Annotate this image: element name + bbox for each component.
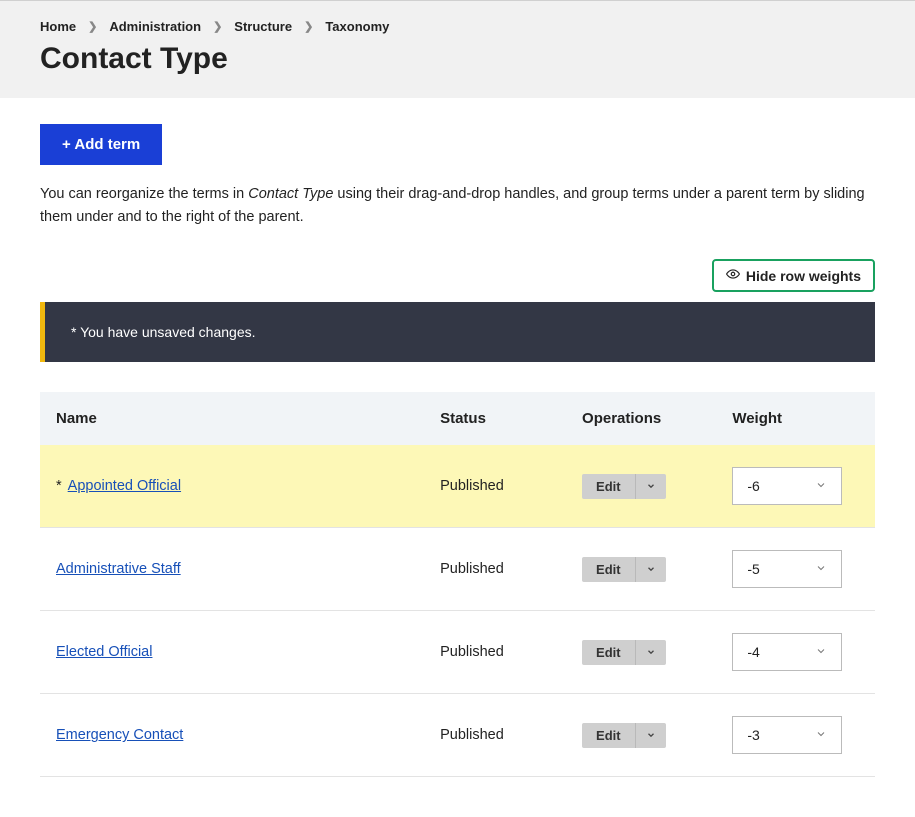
table-row[interactable]: Emergency Contact Published Edit -3 bbox=[40, 694, 875, 777]
term-link[interactable]: Elected Official bbox=[56, 644, 152, 660]
cell-weight: -3 bbox=[716, 694, 875, 777]
weight-select[interactable]: -5 bbox=[732, 550, 842, 588]
weight-value: -5 bbox=[747, 561, 759, 577]
cell-name: Emergency Contact bbox=[40, 694, 424, 777]
chevron-right-icon: ❯ bbox=[304, 20, 313, 33]
term-link[interactable]: Administrative Staff bbox=[56, 561, 181, 577]
page-title: Contact Type bbox=[40, 42, 875, 76]
cell-status: Published bbox=[424, 611, 566, 694]
help-text-prefix: You can reorganize the terms in bbox=[40, 186, 248, 202]
add-term-button[interactable]: + Add term bbox=[40, 124, 162, 165]
term-link[interactable]: Emergency Contact bbox=[56, 727, 183, 743]
cell-weight: -6 bbox=[716, 445, 875, 528]
cell-status: Published bbox=[424, 528, 566, 611]
help-text: You can reorganize the terms in Contact … bbox=[40, 183, 875, 229]
weight-select[interactable]: -4 bbox=[732, 633, 842, 671]
eye-icon bbox=[726, 267, 740, 284]
breadcrumb: Home ❯ Administration ❯ Structure ❯ Taxo… bbox=[40, 19, 875, 34]
cell-status: Published bbox=[424, 445, 566, 528]
chevron-right-icon: ❯ bbox=[213, 20, 222, 33]
table-row[interactable]: Administrative Staff Published Edit -5 bbox=[40, 528, 875, 611]
chevron-down-icon[interactable] bbox=[635, 723, 666, 748]
chevron-down-icon[interactable] bbox=[635, 557, 666, 582]
alert-text: * You have unsaved changes. bbox=[71, 324, 256, 340]
weight-value: -6 bbox=[747, 478, 759, 494]
unsaved-changes-alert: * You have unsaved changes. bbox=[40, 302, 875, 362]
cell-weight: -4 bbox=[716, 611, 875, 694]
cell-weight: -5 bbox=[716, 528, 875, 611]
edit-dropdown-button[interactable]: Edit bbox=[582, 557, 666, 582]
cell-name: * Appointed Official bbox=[40, 445, 424, 528]
term-link[interactable]: Appointed Official bbox=[68, 478, 181, 494]
weight-value: -3 bbox=[747, 727, 759, 743]
hide-row-weights-button[interactable]: Hide row weights bbox=[712, 259, 875, 292]
cell-operations: Edit bbox=[566, 611, 716, 694]
cell-operations: Edit bbox=[566, 694, 716, 777]
column-header-status: Status bbox=[424, 392, 566, 445]
breadcrumb-taxonomy[interactable]: Taxonomy bbox=[325, 19, 389, 34]
edit-dropdown-button[interactable]: Edit bbox=[582, 723, 666, 748]
weight-select[interactable]: -3 bbox=[732, 716, 842, 754]
cell-operations: Edit bbox=[566, 445, 716, 528]
breadcrumb-administration[interactable]: Administration bbox=[109, 19, 201, 34]
hide-row-weights-label: Hide row weights bbox=[746, 268, 861, 284]
breadcrumb-structure[interactable]: Structure bbox=[234, 19, 292, 34]
weight-select[interactable]: -6 bbox=[732, 467, 842, 505]
chevron-down-icon[interactable] bbox=[635, 474, 666, 499]
chevron-down-icon bbox=[815, 645, 827, 660]
cell-name: Administrative Staff bbox=[40, 528, 424, 611]
chevron-right-icon: ❯ bbox=[88, 20, 97, 33]
cell-name: Elected Official bbox=[40, 611, 424, 694]
table-row[interactable]: * Appointed Official Published Edit -6 bbox=[40, 445, 875, 528]
chevron-down-icon[interactable] bbox=[635, 640, 666, 665]
chevron-down-icon bbox=[815, 562, 827, 577]
cell-status: Published bbox=[424, 694, 566, 777]
weight-value: -4 bbox=[747, 644, 759, 660]
chevron-down-icon bbox=[815, 479, 827, 494]
table-row[interactable]: Elected Official Published Edit -4 bbox=[40, 611, 875, 694]
edit-label: Edit bbox=[582, 723, 635, 748]
cell-operations: Edit bbox=[566, 528, 716, 611]
column-header-name: Name bbox=[40, 392, 424, 445]
modified-marker: * bbox=[56, 478, 62, 494]
breadcrumb-home[interactable]: Home bbox=[40, 19, 76, 34]
edit-label: Edit bbox=[582, 557, 635, 582]
edit-label: Edit bbox=[582, 474, 635, 499]
column-header-operations: Operations bbox=[566, 392, 716, 445]
terms-table: Name Status Operations Weight * Appointed… bbox=[40, 392, 875, 777]
edit-dropdown-button[interactable]: Edit bbox=[582, 474, 666, 499]
edit-label: Edit bbox=[582, 640, 635, 665]
chevron-down-icon bbox=[815, 728, 827, 743]
column-header-weight: Weight bbox=[716, 392, 875, 445]
edit-dropdown-button[interactable]: Edit bbox=[582, 640, 666, 665]
help-text-vocab-name: Contact Type bbox=[248, 186, 333, 202]
